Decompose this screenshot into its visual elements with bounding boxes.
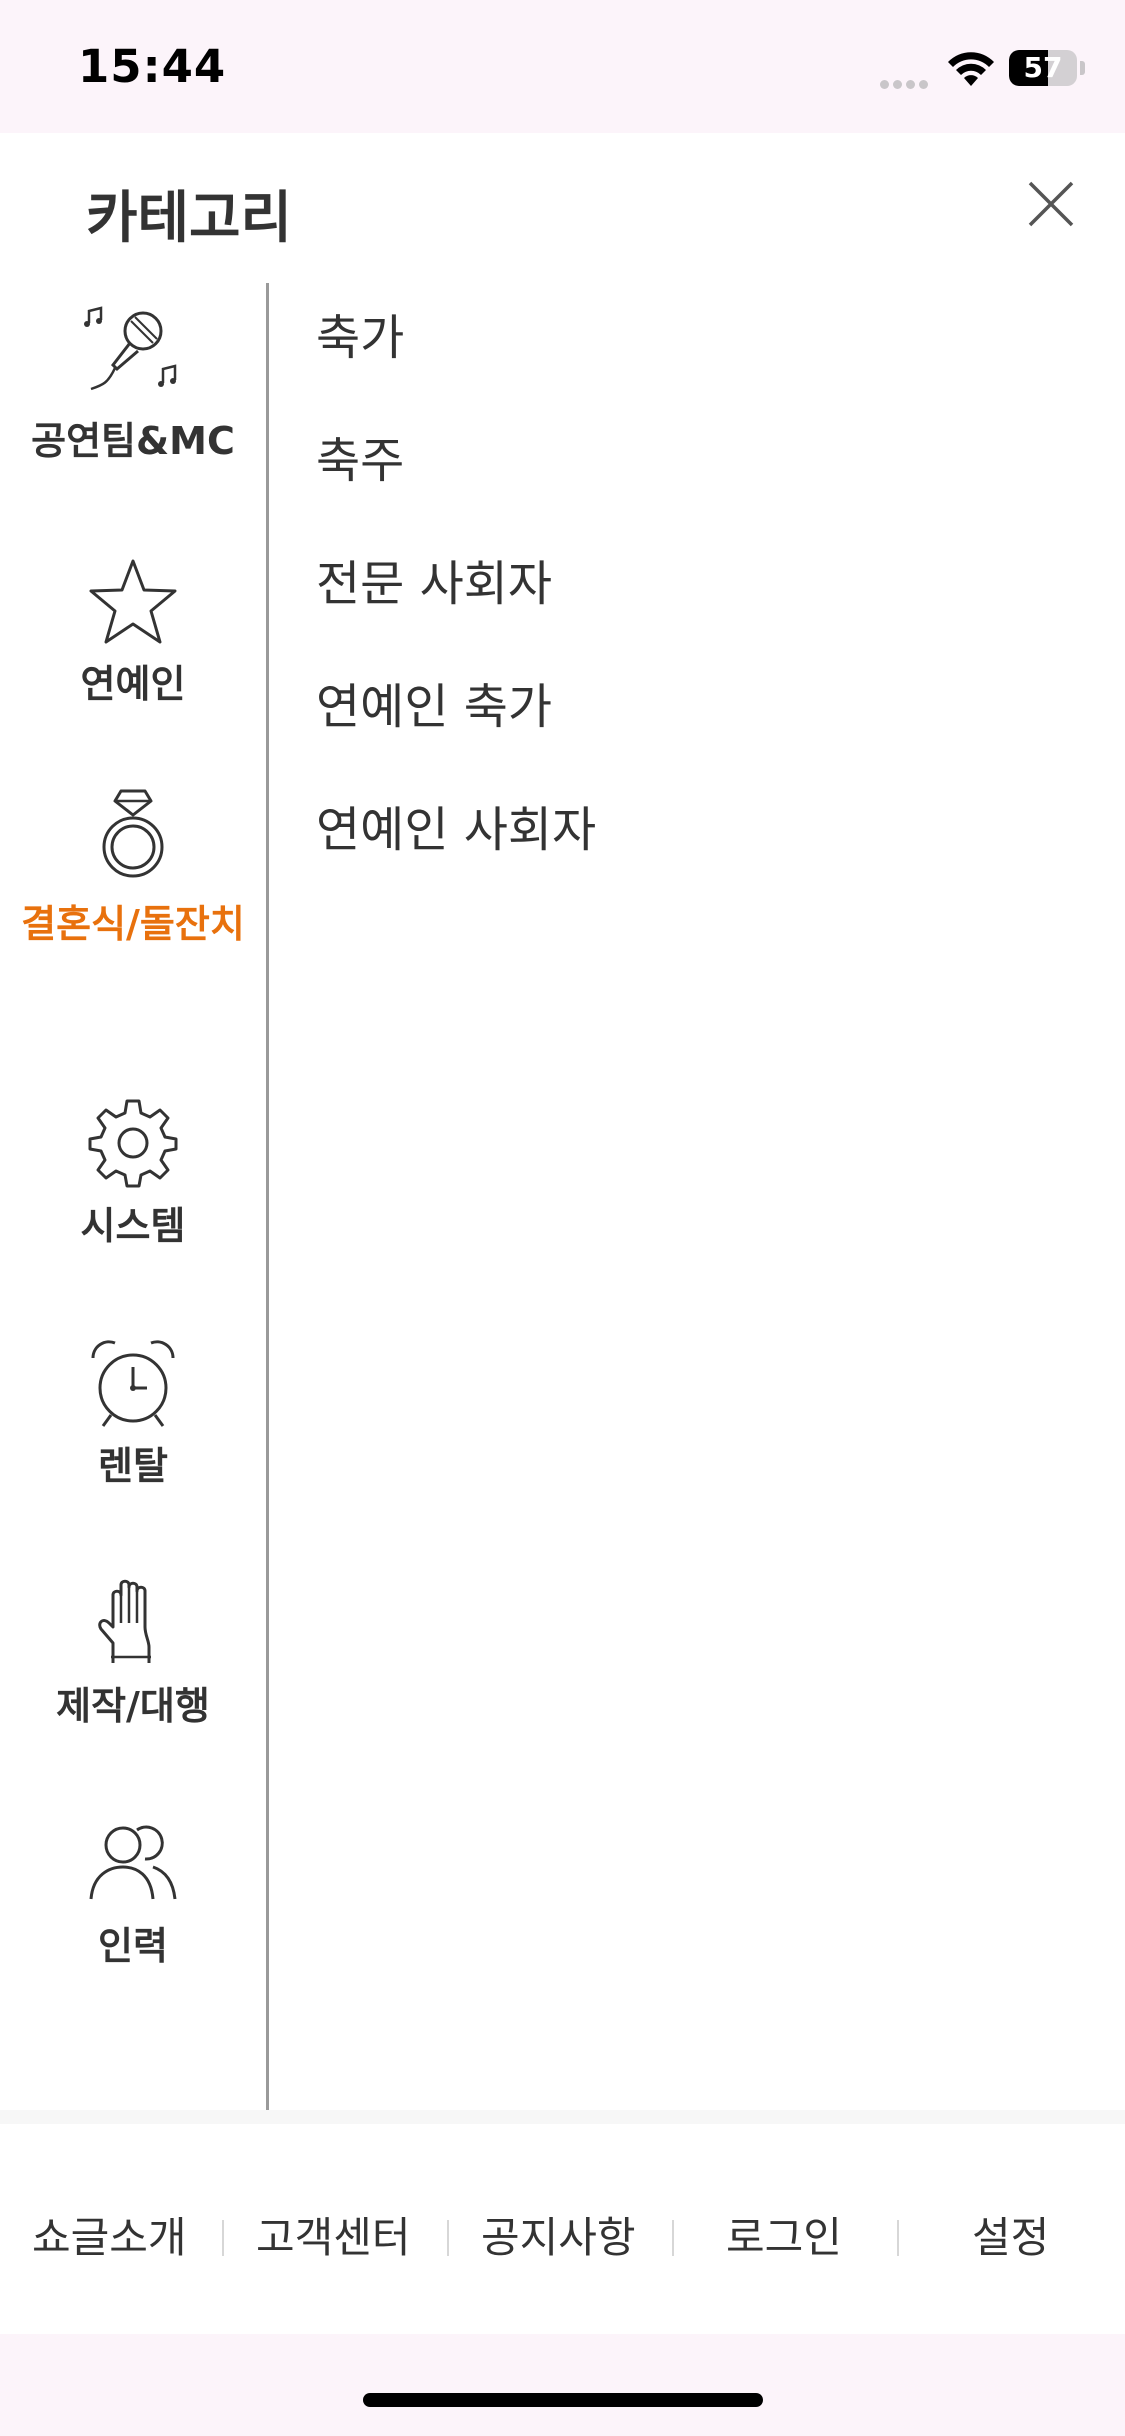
alarm-clock-icon (83, 1333, 183, 1433)
close-button[interactable] (1020, 173, 1082, 235)
sidebar-item-label: 결혼식/돌잔치 (21, 902, 245, 946)
sidebar-item-label: 시스템 (80, 1204, 186, 1248)
sidebar-item-production[interactable]: 제작/대행 (0, 1533, 266, 1773)
close-icon (1028, 181, 1074, 227)
people-icon (83, 1813, 183, 1913)
status-bar: 15:44 57 (0, 0, 1125, 133)
sidebar-item-celebrity[interactable]: 연예인 (0, 523, 266, 763)
wifi-icon (945, 48, 997, 88)
glove-icon (83, 1573, 183, 1673)
sidebar-item-wedding[interactable]: 결혼식/돌잔치 (0, 763, 266, 1053)
category-sidebar: 공연팀&MC 연예인 결혼식/돌잔치 시스템 렌탈 제작/대행 인력 (0, 283, 266, 2113)
subcategory-item[interactable]: 축주 (316, 421, 404, 491)
sidebar-item-rental[interactable]: 렌탈 (0, 1293, 266, 1533)
sheet-title: 카테고리 (86, 186, 293, 251)
sidebar-item-staff[interactable]: 인력 (0, 1773, 266, 2013)
footer-divider (0, 2110, 1125, 2124)
battery-icon: 57 (1009, 50, 1077, 86)
star-icon (83, 553, 183, 653)
footer-link-about[interactable]: 쇼글소개 (32, 2204, 187, 2265)
category-sheet: 카테고리 공연팀&MC 연예인 결혼식/돌잔치 시스템 렌탈 제작/대행 인력 … (0, 133, 1125, 2333)
battery-percent: 57 (1023, 51, 1063, 84)
ring-icon (83, 783, 183, 883)
cellular-signal-icon (880, 74, 932, 93)
footer-link-settings[interactable]: 설정 (972, 2204, 1049, 2265)
sidebar-divider (266, 283, 269, 2113)
status-time: 15:44 (78, 40, 227, 93)
sidebar-item-system[interactable]: 시스템 (0, 1053, 266, 1293)
sidebar-item-label: 제작/대행 (56, 1684, 210, 1728)
subcategory-item[interactable]: 연예인 축가 (316, 667, 552, 737)
footer-link-support[interactable]: 고객센터 (256, 2204, 411, 2265)
gear-icon (83, 1093, 183, 1193)
footer-link-notices[interactable]: 공지사항 (481, 2204, 636, 2265)
footer-separator (897, 2220, 899, 2256)
sidebar-item-label: 인력 (98, 1924, 168, 1968)
home-indicator[interactable] (363, 2393, 763, 2407)
sidebar-item-label: 공연팀&MC (31, 419, 235, 463)
sidebar-item-label: 연예인 (80, 662, 186, 706)
subcategory-item[interactable]: 축가 (316, 298, 404, 368)
sidebar-item-label: 렌탈 (98, 1444, 168, 1488)
footer-separator (222, 2220, 224, 2256)
footer-separator (447, 2220, 449, 2256)
subcategory-item[interactable]: 연예인 사회자 (316, 790, 596, 860)
footer-separator (672, 2220, 674, 2256)
subcategory-item[interactable]: 전문 사회자 (316, 544, 552, 614)
footer-links: 쇼글소개 고객센터 공지사항 로그인 설정 (0, 2124, 1125, 2334)
battery-cap (1080, 61, 1085, 75)
sidebar-item-performance[interactable]: 공연팀&MC (0, 283, 266, 523)
microphone-icon (83, 303, 183, 403)
footer-link-login[interactable]: 로그인 (726, 2204, 842, 2265)
